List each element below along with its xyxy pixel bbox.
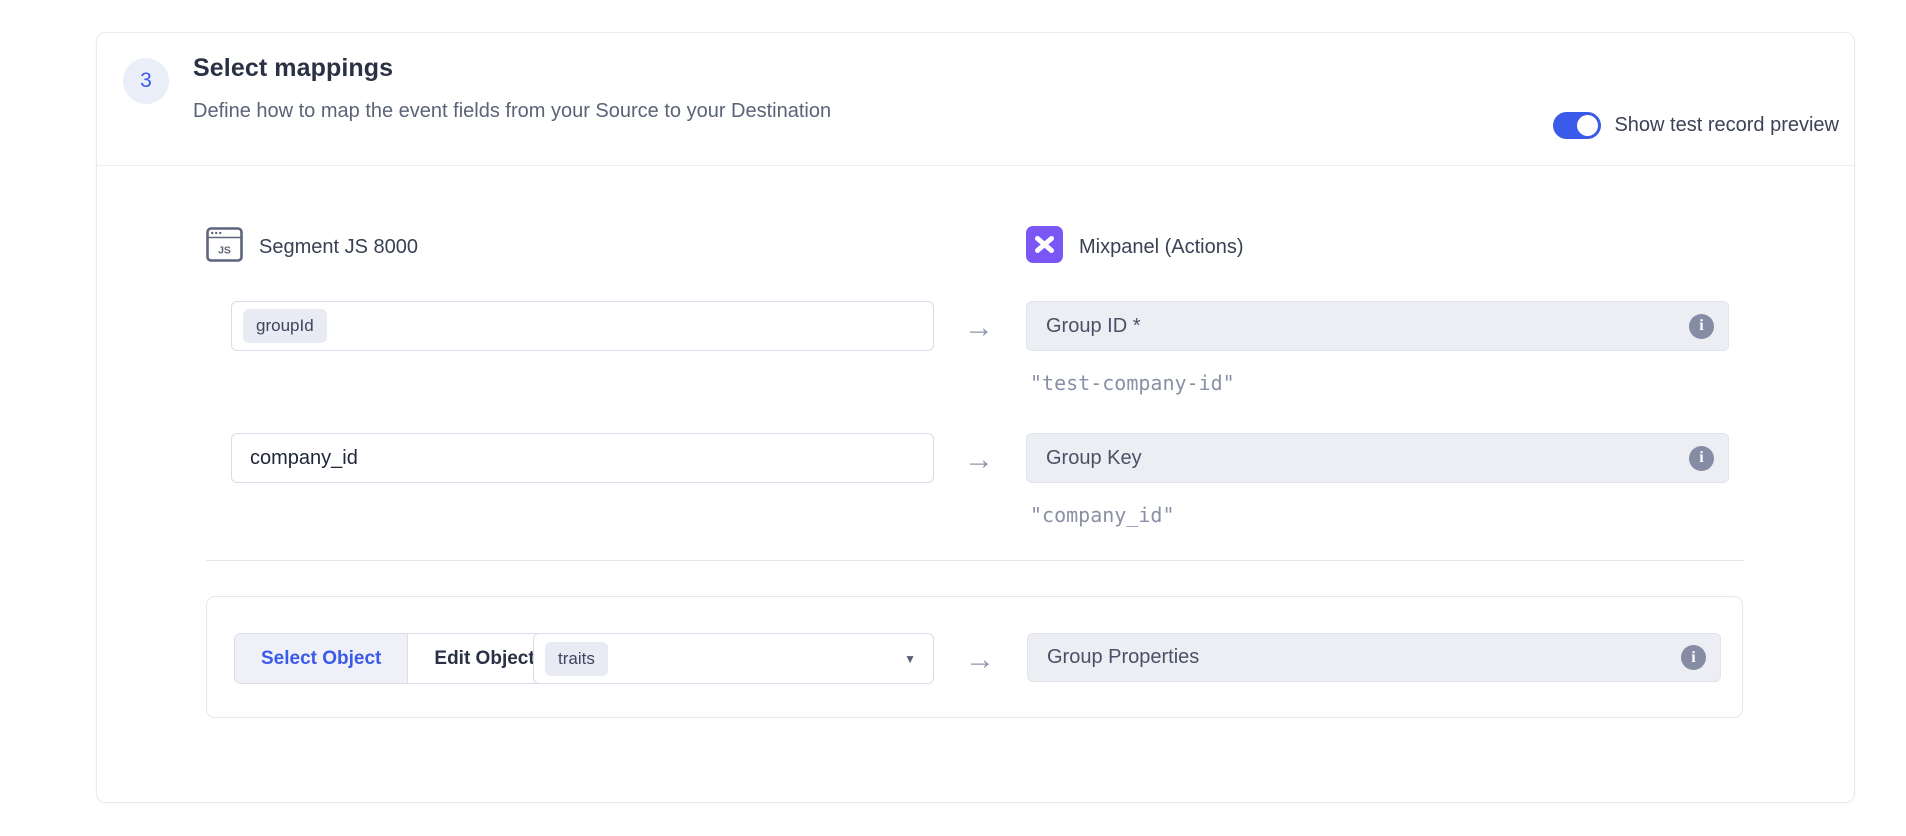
object-mapping-container: Select Object Edit Object traits ▼ → Gro… bbox=[206, 596, 1743, 718]
page: 3 Select mappings Define how to map the … bbox=[0, 0, 1906, 836]
mixpanel-icon bbox=[1026, 226, 1063, 268]
caret-down-icon: ▼ bbox=[904, 652, 916, 666]
arrow-right-icon: → bbox=[954, 645, 1006, 675]
destination-column-header: Mixpanel (Actions) bbox=[1026, 226, 1244, 268]
source-name: Segment JS 8000 bbox=[259, 236, 418, 259]
toggle-knob bbox=[1577, 115, 1598, 136]
step-number-badge: 3 bbox=[123, 58, 169, 104]
show-test-record-preview-toggle[interactable] bbox=[1553, 112, 1601, 139]
arrow-right-icon: → bbox=[953, 445, 1005, 475]
destination-field-group-key: Group Key i bbox=[1026, 433, 1729, 483]
info-icon[interactable]: i bbox=[1681, 645, 1706, 670]
source-field-input-groupid[interactable]: groupId bbox=[231, 301, 934, 351]
card-header: 3 Select mappings Define how to map the … bbox=[97, 33, 1854, 166]
step-number: 3 bbox=[140, 69, 152, 93]
destination-field-group-id: Group ID * i bbox=[1026, 301, 1729, 351]
select-mappings-card: 3 Select mappings Define how to map the … bbox=[96, 32, 1855, 803]
test-record-preview-value: "company_id" bbox=[1030, 503, 1175, 527]
svg-text:JS: JS bbox=[218, 245, 231, 257]
test-record-preview-toggle-row: Show test record preview bbox=[1553, 112, 1839, 139]
destination-field-label: Group Properties bbox=[1047, 646, 1199, 669]
arrow-right-icon: → bbox=[953, 313, 1005, 343]
destination-name: Mixpanel (Actions) bbox=[1079, 236, 1244, 259]
source-field-input-company-id[interactable]: company_id bbox=[231, 433, 934, 483]
object-mode-button-group: Select Object Edit Object bbox=[234, 633, 562, 684]
toggle-label: Show test record preview bbox=[1614, 114, 1839, 137]
section-divider bbox=[206, 560, 1744, 561]
info-icon[interactable]: i bbox=[1689, 446, 1714, 471]
destination-field-group-properties: Group Properties i bbox=[1027, 633, 1721, 682]
destination-field-label: Group Key bbox=[1046, 447, 1142, 470]
source-column-header: JS Segment JS 8000 bbox=[206, 227, 418, 267]
source-field-chip[interactable]: groupId bbox=[243, 309, 327, 343]
select-object-button[interactable]: Select Object bbox=[235, 634, 408, 683]
test-record-preview-value: "test-company-id" bbox=[1030, 371, 1235, 395]
page-title: Select mappings bbox=[193, 54, 393, 83]
js-browser-icon: JS bbox=[206, 227, 243, 267]
source-field-text: company_id bbox=[250, 447, 358, 470]
page-subtitle: Define how to map the event fields from … bbox=[193, 100, 831, 123]
info-icon[interactable]: i bbox=[1689, 314, 1714, 339]
object-source-dropdown[interactable]: traits ▼ bbox=[533, 633, 934, 684]
destination-field-label: Group ID * bbox=[1046, 315, 1140, 338]
object-source-chip: traits bbox=[545, 642, 608, 676]
